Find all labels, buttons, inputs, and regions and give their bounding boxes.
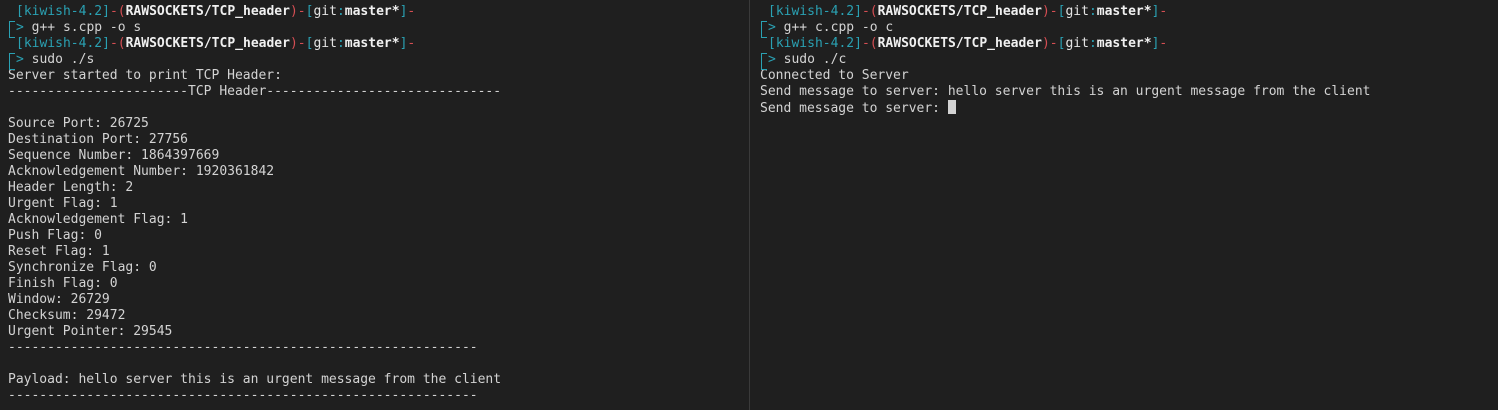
prompt-line: [kiwish-4.2]-(RAWSOCKETS/TCP_header)-[gi… — [9, 36, 416, 64]
command-line: > g++ c.cpp -o c — [760, 20, 1370, 38]
output-line: Window: 26729 — [8, 292, 110, 307]
output-line: Urgent Pointer: 29545 — [8, 324, 173, 339]
output-line: ----------------------------------------… — [8, 388, 478, 403]
input-prompt-text: Send message to server: — [760, 101, 948, 116]
command-line: > sudo ./s — [8, 52, 501, 70]
prompt-line: [kiwish-4.2]-(RAWSOCKETS/TCP_header)-[gi… — [761, 4, 1168, 32]
prompt-arrow-icon: > — [16, 52, 24, 67]
output-line: ----------------------------------------… — [8, 340, 478, 355]
right-terminal-pane[interactable]: [kiwish-4.2]-(RAWSOCKETS/TCP_header)-[gi… — [752, 0, 1498, 410]
output-line: Payload: hello server this is an urgent … — [8, 372, 502, 387]
left-terminal-output: [kiwish-4.2]-(RAWSOCKETS/TCP_header)-[gi… — [8, 4, 501, 404]
output-line: Send message to server: hello server thi… — [760, 84, 1371, 99]
output-line: -----------------------TCP Header-------… — [8, 84, 502, 99]
prompt-arrow-icon: > — [768, 20, 776, 35]
output-line: Connected to Server — [760, 68, 909, 83]
command-text: sudo ./s — [31, 52, 95, 67]
output-line: Destination Port: 27756 — [8, 132, 189, 147]
output-line: Reset Flag: 1 — [8, 244, 110, 259]
output-line: Acknowledgement Flag: 1 — [8, 212, 189, 227]
command-text: sudo ./c — [783, 52, 847, 67]
command-text: g++ c.cpp -o c — [783, 20, 894, 35]
text-cursor[interactable] — [947, 100, 956, 114]
output-line: Push Flag: 0 — [8, 228, 102, 243]
pane-divider[interactable] — [749, 0, 750, 410]
right-terminal-output: [kiwish-4.2]-(RAWSOCKETS/TCP_header)-[gi… — [760, 4, 1370, 116]
command-line: > sudo ./c — [760, 52, 1370, 70]
input-line[interactable]: Send message to server: — [760, 100, 1370, 116]
output-line: Sequence Number: 1864397669 — [8, 148, 220, 163]
prompt-line: [kiwish-4.2]-(RAWSOCKETS/TCP_header)-[gi… — [9, 4, 416, 32]
command-line: > g++ s.cpp -o s — [8, 20, 501, 38]
prompt-line: [kiwish-4.2]-(RAWSOCKETS/TCP_header)-[gi… — [761, 36, 1168, 64]
output-line: Synchronize Flag: 0 — [8, 260, 157, 275]
output-line: Source Port: 26725 — [8, 116, 149, 131]
prompt-arrow-icon: > — [16, 20, 24, 35]
left-terminal-pane[interactable]: [kiwish-4.2]-(RAWSOCKETS/TCP_header)-[gi… — [0, 0, 749, 410]
output-line: Server started to print TCP Header: — [8, 68, 282, 83]
output-line: Urgent Flag: 1 — [8, 196, 118, 211]
prompt-arrow-icon: > — [768, 52, 776, 67]
output-line: Finish Flag: 0 — [8, 276, 118, 291]
command-text: g++ s.cpp -o s — [31, 20, 142, 35]
output-line: Acknowledgement Number: 1920361842 — [8, 164, 275, 179]
output-line: Header Length: 2 — [8, 180, 134, 195]
terminal-window: [kiwish-4.2]-(RAWSOCKETS/TCP_header)-[gi… — [0, 0, 1498, 410]
output-line: Checksum: 29472 — [8, 308, 126, 323]
